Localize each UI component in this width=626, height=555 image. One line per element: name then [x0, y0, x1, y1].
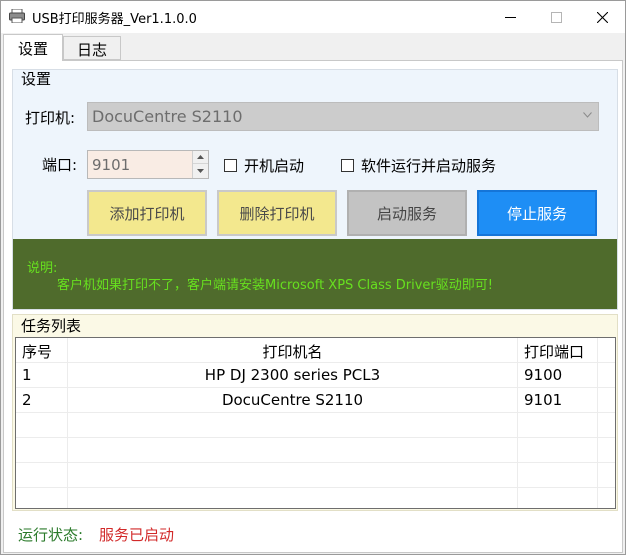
empty-table-row: [16, 438, 615, 463]
caret-up-icon: [197, 155, 204, 159]
empty-cell: [16, 413, 68, 438]
settings-group-title: 设置: [21, 70, 52, 88]
empty-cell: [518, 413, 598, 438]
autostart-checkbox[interactable]: 开机启动: [224, 155, 304, 176]
empty-cell: [68, 413, 518, 438]
empty-cell: [68, 488, 518, 508]
window-title: USB打印服务器_Ver1.1.0.0: [32, 12, 197, 27]
empty-cell: [518, 488, 598, 508]
task-list-group: 任务列表 序号 打印机名 打印端口 1 HP DJ 2300 series PC…: [12, 314, 618, 511]
close-button[interactable]: [579, 1, 625, 33]
table-row[interactable]: 2 DocuCentre S2110 9101: [16, 388, 615, 413]
empty-cell: [598, 438, 615, 463]
tab-log[interactable]: 日志: [63, 36, 121, 60]
info-note: 说明: 客户机如果打印不了，客户端请安装Microsoft XPS Class …: [13, 239, 617, 309]
printer-select-value: DocuCentre S2110: [92, 107, 243, 126]
table-header: 序号 打印机名 打印端口: [16, 338, 615, 363]
row-port: 9101: [518, 388, 598, 413]
delete-printer-button[interactable]: 删除打印机: [217, 190, 337, 236]
row-port: 9100: [518, 363, 598, 388]
row-filler: [598, 363, 615, 388]
empty-cell: [16, 463, 68, 488]
empty-cell: [68, 438, 518, 463]
settings-group: 设置 打印机: DocuCentre S2110 端口: 9101 开机启动 软…: [12, 69, 618, 310]
port-increment-button[interactable]: [193, 151, 208, 164]
stop-service-button[interactable]: 停止服务: [477, 190, 597, 236]
row-printer-name: HP DJ 2300 series PCL3: [68, 363, 518, 388]
empty-cell: [68, 463, 518, 488]
row-filler: [598, 388, 615, 413]
note-text: 客户机如果打印不了，客户端请安装Microsoft XPS Class Driv…: [57, 278, 493, 293]
column-header-index[interactable]: 序号: [16, 338, 68, 363]
settings-tab-panel: 设置 打印机: DocuCentre S2110 端口: 9101 开机启动 软…: [3, 60, 623, 553]
autostart-checkbox-box[interactable]: [224, 159, 237, 172]
close-icon: [596, 11, 608, 23]
port-decrement-button[interactable]: [193, 164, 208, 177]
empty-cell: [16, 438, 68, 463]
port-value: 9101: [92, 156, 131, 174]
empty-cell: [598, 413, 615, 438]
start-service-button[interactable]: 启动服务: [347, 190, 467, 236]
maximize-icon: [550, 11, 562, 23]
maximize-button[interactable]: [533, 1, 579, 33]
autostart-label: 开机启动: [244, 157, 305, 175]
task-table[interactable]: 序号 打印机名 打印端口 1 HP DJ 2300 series PCL3 91…: [15, 337, 616, 509]
title-bar[interactable]: USB打印服务器_Ver1.1.0.0: [1, 1, 625, 33]
table-row[interactable]: 1 HP DJ 2300 series PCL3 9100: [16, 363, 615, 388]
port-label: 端口:: [42, 156, 78, 174]
row-index: 2: [16, 388, 68, 413]
row-printer-name: DocuCentre S2110: [68, 388, 518, 413]
printer-app-icon: [9, 9, 25, 23]
column-header-filler: [598, 338, 615, 363]
caret-down-icon: [197, 168, 204, 173]
tab-settings[interactable]: 设置: [3, 34, 63, 61]
minimize-button[interactable]: [487, 1, 533, 33]
printer-label: 打印机:: [25, 109, 76, 127]
add-printer-button[interactable]: 添加打印机: [87, 190, 207, 236]
column-header-port[interactable]: 打印端口: [518, 338, 598, 363]
status-label: 运行状态:: [18, 526, 84, 544]
port-stepper[interactable]: 9101: [87, 150, 209, 179]
app-window: USB打印服务器_Ver1.1.0.0 设置 日志 设置 打印机: DocuCe…: [0, 0, 626, 555]
empty-cell: [518, 438, 598, 463]
empty-table-row: [16, 488, 615, 508]
run-start-service-checkbox-box[interactable]: [341, 159, 354, 172]
run-start-service-label: 软件运行并启动服务: [361, 157, 497, 175]
empty-table-row: [16, 463, 615, 488]
chevron-down-icon: [583, 112, 592, 118]
task-list-title: 任务列表: [21, 317, 82, 335]
printer-select[interactable]: DocuCentre S2110: [87, 102, 599, 131]
row-index: 1: [16, 363, 68, 388]
empty-cell: [598, 463, 615, 488]
tab-strip: 设置 日志: [3, 34, 623, 61]
status-value: 服务已启动: [99, 526, 175, 544]
empty-cell: [598, 488, 615, 508]
empty-cell: [518, 463, 598, 488]
column-header-printer-name[interactable]: 打印机名: [68, 338, 518, 363]
empty-cell: [16, 488, 68, 508]
port-stepper-buttons: [192, 151, 208, 178]
run-start-service-checkbox[interactable]: 软件运行并启动服务: [341, 155, 496, 176]
empty-table-row: [16, 413, 615, 438]
minimize-icon: [504, 16, 516, 18]
note-title: 说明:: [27, 261, 58, 276]
